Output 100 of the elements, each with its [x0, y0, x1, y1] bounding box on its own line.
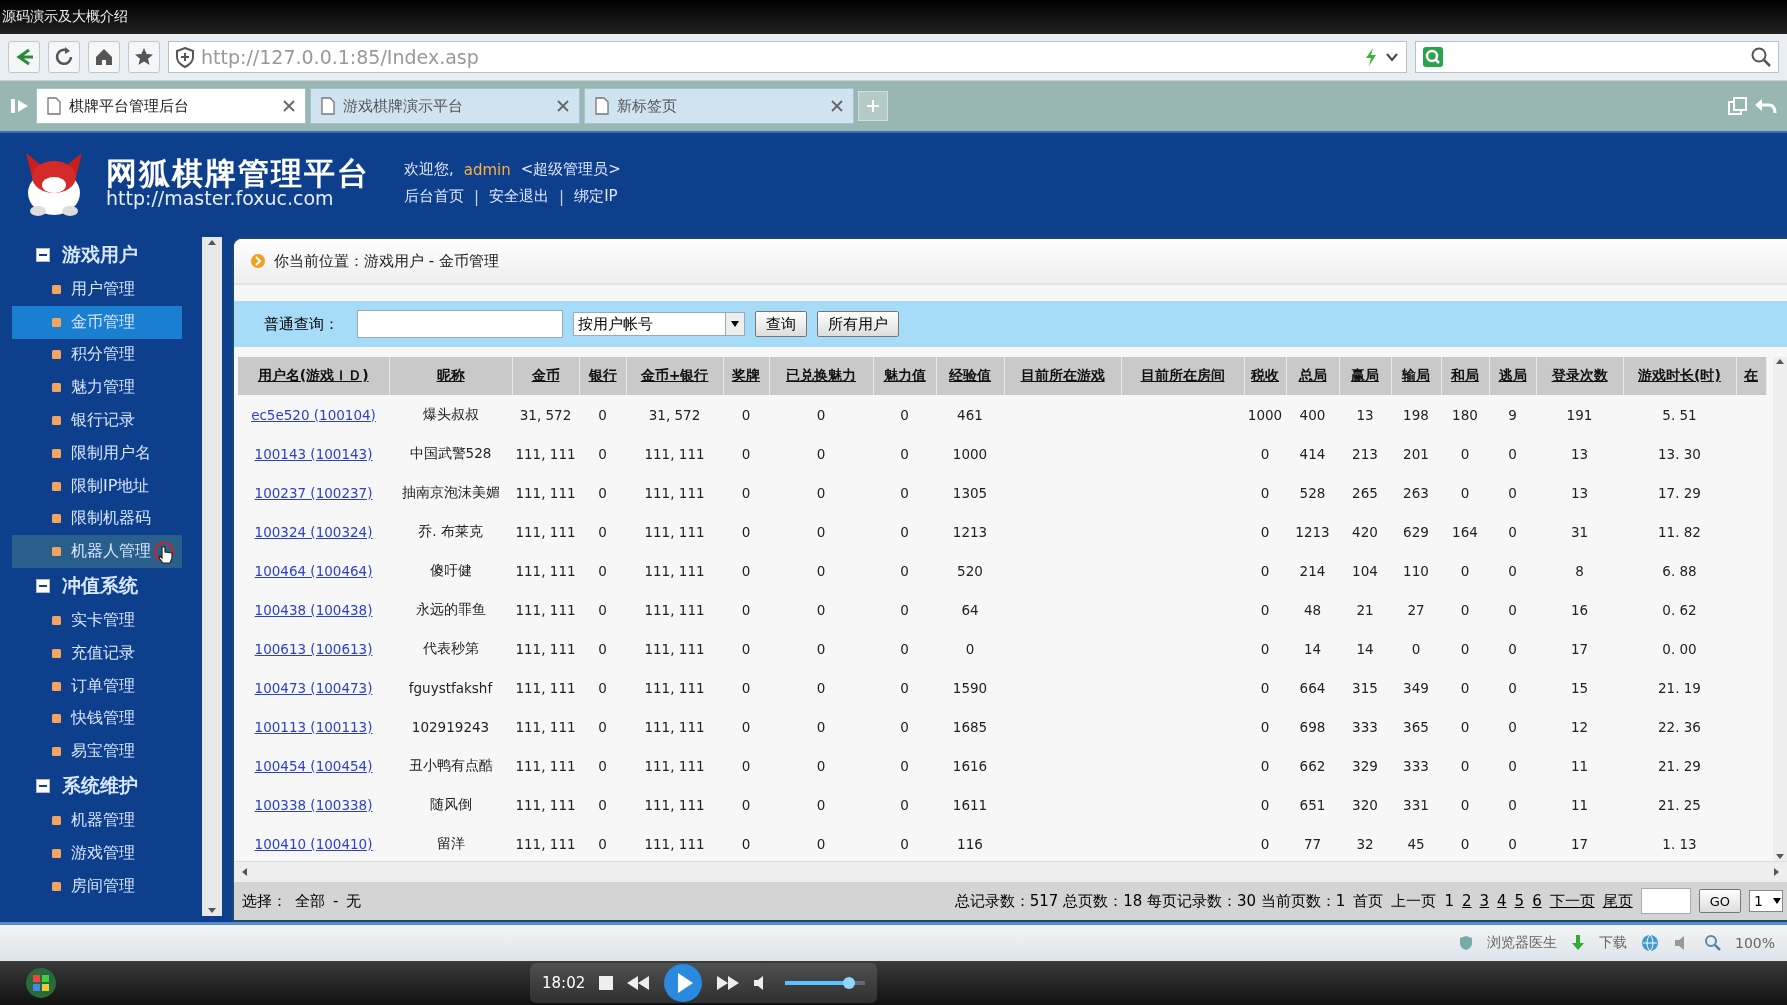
volume-thumb[interactable]	[843, 977, 856, 989]
menu-item[interactable]: 机器管理	[12, 804, 182, 837]
user-link[interactable]: 100438 (100438)	[254, 601, 373, 618]
browser-tab[interactable]: 棋牌平台管理后台	[36, 88, 306, 124]
back-button[interactable]	[8, 41, 40, 73]
header-link[interactable]: 安全退出	[489, 187, 550, 206]
search-input[interactable]	[357, 310, 563, 338]
menu-item[interactable]: 限制IP地址	[12, 469, 182, 503]
column-header[interactable]: 游戏时长(时)	[1623, 357, 1736, 395]
menu-item[interactable]: 积分管理	[12, 338, 182, 372]
start-orb-icon[interactable]	[24, 966, 58, 1000]
status-link[interactable]: 浏览器医生	[1486, 934, 1557, 952]
scroll-up-icon[interactable]	[1775, 357, 1785, 365]
close-icon[interactable]	[283, 100, 295, 112]
menu-item[interactable]: 房间管理	[12, 869, 182, 903]
menu-item[interactable]: 魅力管理	[12, 371, 182, 405]
header-link[interactable]: 绑定IP	[574, 187, 618, 206]
menu-item[interactable]: 实卡管理	[12, 604, 182, 637]
column-header[interactable]: 税收	[1244, 357, 1286, 395]
vertical-scrollbar[interactable]	[1773, 357, 1787, 861]
column-header[interactable]: 昵称	[389, 357, 512, 395]
user-link[interactable]: 100237 (100237)	[254, 484, 373, 501]
search-button[interactable]: 查询	[755, 311, 807, 337]
user-link[interactable]: ec5e520 (100104)	[251, 406, 376, 423]
page-select[interactable]: 1	[1749, 890, 1783, 912]
play-icon[interactable]	[663, 963, 704, 1003]
fast-forward-icon[interactable]	[717, 976, 740, 990]
page-input[interactable]	[1640, 888, 1691, 914]
previous-page-link[interactable]: 上一页	[1391, 891, 1437, 911]
column-header[interactable]: 目前所在游戏	[1004, 357, 1121, 395]
scroll-right-icon[interactable]	[1773, 867, 1781, 877]
page-link[interactable]: 5	[1514, 892, 1525, 910]
status-link[interactable]: 下载	[1598, 934, 1627, 952]
first-page-link[interactable]: 首页	[1353, 891, 1384, 911]
column-header[interactable]: 和局	[1441, 357, 1489, 395]
column-header[interactable]: 输局	[1391, 357, 1441, 395]
search-icon[interactable]	[1750, 46, 1772, 68]
next-page-link[interactable]: 下一页	[1549, 891, 1595, 911]
column-header[interactable]: 经验值	[936, 357, 1004, 395]
search-button[interactable]: 所有用户	[817, 311, 899, 337]
star-button[interactable]	[128, 41, 160, 73]
column-header[interactable]: 总局	[1286, 357, 1339, 395]
menu-item[interactable]: 限制机器码	[12, 502, 182, 536]
home-button[interactable]	[88, 41, 120, 73]
select-all-link[interactable]: 全部	[295, 891, 325, 911]
search-field[interactable]	[1415, 41, 1779, 73]
menu-group-header[interactable]: 游戏用户	[12, 237, 202, 273]
column-header[interactable]: 魅力值	[873, 357, 936, 395]
page-link[interactable]: 1	[1444, 892, 1454, 910]
select-none-link[interactable]: 无	[346, 891, 362, 911]
column-header[interactable]: 银行	[579, 357, 626, 395]
stop-icon[interactable]	[599, 976, 614, 990]
go-button[interactable]: GO	[1698, 889, 1741, 913]
horizontal-scrollbar[interactable]	[234, 861, 1787, 882]
scroll-left-icon[interactable]	[240, 867, 248, 877]
collapse-icon[interactable]	[36, 579, 50, 594]
zoom-icon[interactable]	[1704, 935, 1721, 951]
user-link[interactable]: 100410 (100410)	[254, 835, 373, 852]
menu-item[interactable]: 充值记录	[12, 636, 182, 670]
zoom-level[interactable]: 100%	[1734, 935, 1775, 951]
menu-item[interactable]: 限制用户名	[12, 437, 182, 470]
user-link[interactable]: 100143 (100143)	[254, 445, 373, 462]
refresh-button[interactable]	[48, 41, 80, 73]
menu-item[interactable]: 订单管理	[12, 669, 182, 703]
column-header[interactable]: 金币+银行	[626, 357, 723, 395]
close-icon[interactable]	[557, 100, 569, 112]
menu-item[interactable]: 机器人管理	[12, 535, 182, 569]
rewind-icon[interactable]	[627, 976, 650, 990]
last-page-link[interactable]: 尾页	[1602, 891, 1633, 911]
close-icon[interactable]	[831, 100, 843, 112]
column-header[interactable]: 在	[1736, 357, 1766, 395]
browser-tab[interactable]: 新标签页	[584, 88, 854, 124]
user-link[interactable]: 100473 (100473)	[254, 679, 373, 696]
column-header[interactable]: 目前所在房间	[1121, 357, 1244, 395]
page-link[interactable]: 3	[1479, 892, 1490, 910]
collapse-icon[interactable]	[36, 779, 50, 794]
menu-group-header[interactable]: 系统维护	[12, 768, 202, 805]
column-header[interactable]: 赢局	[1339, 357, 1391, 395]
menu-item[interactable]: 银行记录	[12, 404, 182, 437]
page-link[interactable]: 2	[1461, 892, 1472, 910]
column-header[interactable]: 已兑换魅力	[769, 357, 873, 395]
user-link[interactable]: 100613 (100613)	[254, 640, 373, 657]
column-header[interactable]: 奖牌	[723, 357, 769, 395]
menu-item[interactable]: 易宝管理	[12, 735, 182, 769]
user-link[interactable]: 100454 (100454)	[254, 757, 373, 774]
menu-item[interactable]: 游戏管理	[12, 836, 182, 870]
user-link[interactable]: 100338 (100338)	[254, 796, 373, 813]
header-link[interactable]: 后台首页	[404, 187, 464, 206]
column-header[interactable]: 金币	[512, 357, 579, 395]
menu-group-header[interactable]: 冲值系统	[12, 568, 202, 605]
column-header[interactable]: 逃局	[1489, 357, 1536, 395]
menu-item[interactable]: 用户管理	[12, 273, 182, 306]
page-link[interactable]: 6	[1532, 892, 1542, 910]
user-link[interactable]: 100113 (100113)	[254, 718, 373, 735]
scrollbar[interactable]	[202, 237, 222, 916]
column-header[interactable]: 用户名(游戏ＩＤ)	[238, 357, 389, 395]
page-link[interactable]: 4	[1497, 892, 1507, 910]
browser-tab[interactable]: 游戏棋牌演示平台	[310, 88, 580, 124]
menu-item[interactable]: 快钱管理	[12, 702, 182, 736]
user-link[interactable]: 100464 (100464)	[254, 562, 373, 579]
